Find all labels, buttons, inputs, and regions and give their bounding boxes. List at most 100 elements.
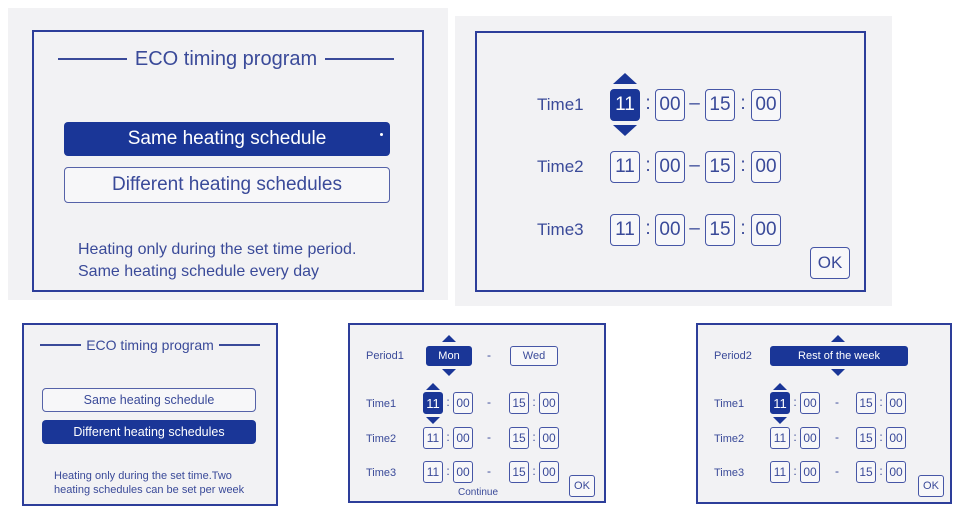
colon: : [446, 464, 450, 478]
different-schedules-option[interactable]: Different heating schedules [64, 167, 390, 203]
time2-label: Time2 [537, 157, 584, 176]
screen1-title: ECO timing program [134, 47, 318, 70]
time2-end-minute[interactable]: 00 [751, 151, 781, 183]
colon: : [532, 430, 536, 444]
same-schedule-option[interactable]: Same heating schedule [64, 122, 390, 156]
ok-button[interactable]: OK [918, 475, 944, 497]
time2-end-minute[interactable]: 00 [886, 427, 906, 449]
time3-start-hour[interactable]: 11 [423, 461, 443, 483]
time1-start-hour[interactable]: 11 [770, 392, 790, 414]
period-value-field[interactable]: Rest of the week [770, 346, 908, 366]
colon: : [645, 218, 651, 239]
dash: – [689, 218, 700, 239]
time3-label: Time3 [714, 467, 745, 479]
time3-end-hour[interactable]: 15 [856, 461, 876, 483]
colon: : [740, 155, 746, 176]
time2-start-hour[interactable]: 11 [610, 151, 640, 183]
time3-start-minute[interactable]: 00 [453, 461, 473, 483]
dash: - [835, 430, 839, 444]
arrow-up-icon[interactable] [426, 383, 440, 390]
title-line-left [58, 58, 127, 60]
colon: : [645, 155, 651, 176]
time1-start-minute[interactable]: 00 [453, 392, 473, 414]
colon: : [532, 464, 536, 478]
time3-start-hour[interactable]: 11 [770, 461, 790, 483]
colon: : [879, 464, 883, 478]
colon: : [645, 93, 651, 114]
arrow-down-icon[interactable] [613, 125, 637, 136]
dash: – [689, 155, 700, 176]
arrow-up-icon[interactable] [613, 73, 637, 84]
screen3-title: ECO timing program [86, 337, 214, 353]
arrow-up-icon[interactable] [831, 335, 845, 342]
description-line: heating schedules can be set per week [54, 484, 245, 496]
description-line: Heating only during the set time period. [78, 241, 357, 258]
ok-button[interactable]: OK [569, 475, 595, 497]
time3-end-hour[interactable]: 15 [509, 461, 529, 483]
title-line-left [40, 344, 82, 346]
time3-end-minute[interactable]: 00 [539, 461, 559, 483]
time1-end-hour[interactable]: 15 [509, 392, 529, 414]
time2-start-hour[interactable]: 11 [770, 427, 790, 449]
screen1-description: Heating only during the set time period.… [78, 239, 356, 283]
time2-start-minute[interactable]: 00 [655, 151, 685, 183]
time1-end-hour[interactable]: 15 [856, 392, 876, 414]
time1-start-hour[interactable]: 11 [610, 89, 640, 121]
time2-end-hour[interactable]: 15 [509, 427, 529, 449]
dash: - [487, 395, 491, 409]
time2-end-minute[interactable]: 00 [539, 427, 559, 449]
period-from-field[interactable]: Mon [426, 346, 472, 366]
time3-end-minute[interactable]: 00 [886, 461, 906, 483]
ok-button[interactable]: OK [810, 247, 850, 279]
colon: : [879, 430, 883, 444]
time2-end-hour[interactable]: 15 [705, 151, 735, 183]
time1-end-hour[interactable]: 15 [705, 89, 735, 121]
description-line: Same heating schedule every day [78, 263, 320, 280]
dash: - [487, 464, 491, 478]
time3-start-hour[interactable]: 11 [610, 214, 640, 246]
time2-start-minute[interactable]: 00 [453, 427, 473, 449]
time2-label: Time2 [366, 433, 397, 445]
arrow-down-icon[interactable] [773, 417, 787, 424]
colon: : [793, 464, 797, 478]
continue-label[interactable]: Continue [458, 487, 498, 498]
time1-end-minute[interactable]: 00 [886, 392, 906, 414]
time1-start-hour[interactable]: 11 [423, 392, 443, 414]
colon: : [446, 430, 450, 444]
screen3-description: Heating only during the set time.Two hea… [54, 469, 244, 497]
colon: : [446, 395, 450, 409]
dash: - [487, 348, 491, 362]
colon: : [879, 395, 883, 409]
different-schedules-option[interactable]: Different heating schedules [42, 420, 256, 444]
time1-label: Time1 [366, 398, 397, 410]
period-to-field[interactable]: Wed [510, 346, 558, 366]
colon: : [740, 93, 746, 114]
time2-start-hour[interactable]: 11 [423, 427, 443, 449]
time3-end-hour[interactable]: 15 [705, 214, 735, 246]
period-label: Period2 [714, 350, 752, 362]
dash: - [487, 430, 491, 444]
screen1-title-row: ECO timing program [58, 46, 394, 72]
screen1-eco-timing: ECO timing program Same heating schedule… [32, 30, 424, 292]
time1-end-minute[interactable]: 00 [539, 392, 559, 414]
time3-start-minute[interactable]: 00 [655, 214, 685, 246]
arrow-down-icon[interactable] [831, 369, 845, 376]
colon: : [793, 430, 797, 444]
time1-start-minute[interactable]: 00 [655, 89, 685, 121]
arrow-down-icon[interactable] [442, 369, 456, 376]
arrow-up-icon[interactable] [773, 383, 787, 390]
time1-start-minute[interactable]: 00 [800, 392, 820, 414]
time2-end-hour[interactable]: 15 [856, 427, 876, 449]
description-line: Heating only during the set time.Two [54, 470, 232, 482]
time3-end-minute[interactable]: 00 [751, 214, 781, 246]
time1-end-minute[interactable]: 00 [751, 89, 781, 121]
time2-start-minute[interactable]: 00 [800, 427, 820, 449]
screen5-period2: Period2 Rest of the week Time1 11 : 00 -… [696, 323, 952, 504]
time3-label: Time3 [537, 220, 584, 239]
arrow-up-icon[interactable] [442, 335, 456, 342]
arrow-down-icon[interactable] [426, 417, 440, 424]
period-label: Period1 [366, 350, 404, 362]
same-schedule-option[interactable]: Same heating schedule [42, 388, 256, 412]
time3-start-minute[interactable]: 00 [800, 461, 820, 483]
colon: : [532, 395, 536, 409]
